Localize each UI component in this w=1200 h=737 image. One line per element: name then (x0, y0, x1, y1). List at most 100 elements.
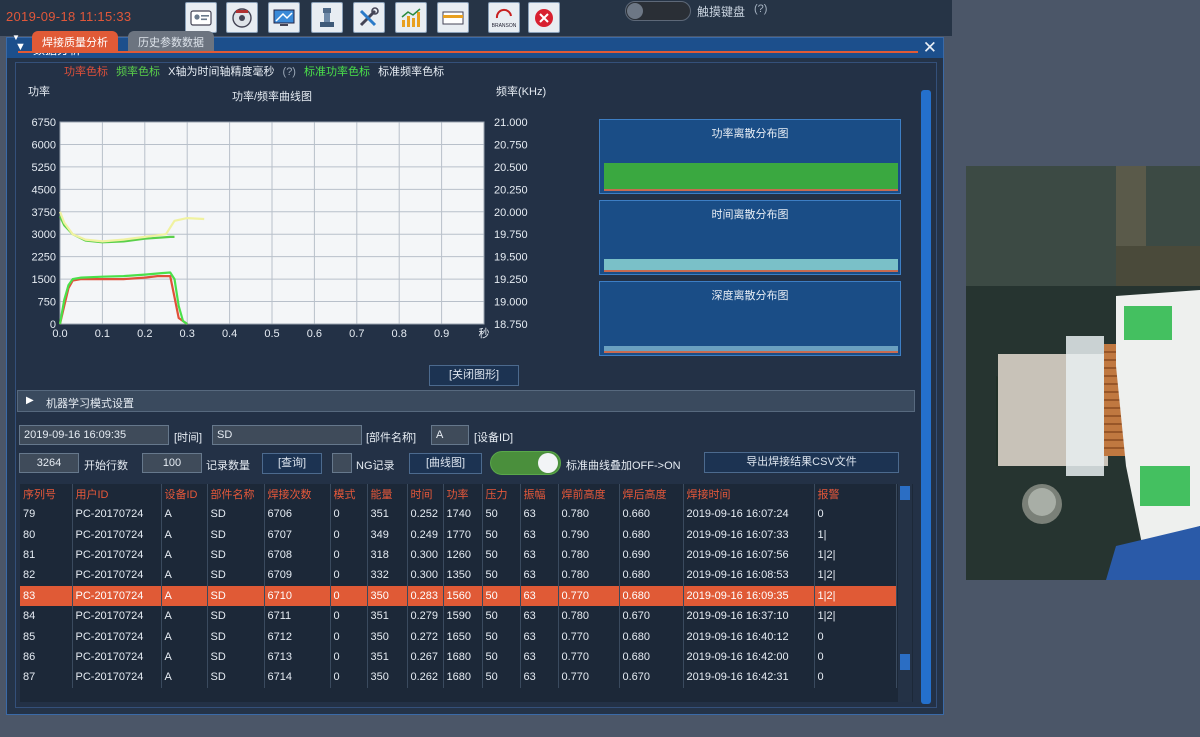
curve-chart-button[interactable]: [曲线图] (409, 453, 482, 474)
table-scrollbar[interactable] (898, 484, 912, 702)
help-icon[interactable]: (?) (754, 3, 767, 15)
table-cell: 6708 (264, 544, 331, 566)
table-cell: 318 (367, 544, 408, 566)
table-cell: SD (207, 565, 265, 586)
record-count-input[interactable] (142, 453, 202, 473)
table-cell: SD (207, 524, 265, 545)
column-header[interactable]: 部件名称 (207, 484, 265, 504)
touch-keyboard-toggle[interactable] (625, 1, 691, 21)
column-header[interactable]: 压力 (482, 484, 521, 504)
expand-triangle-icon[interactable]: ▶ (26, 395, 34, 406)
table-cell: 63 (520, 646, 559, 668)
table-cell: 81 (20, 544, 73, 566)
column-header[interactable]: 振幅 (520, 484, 559, 504)
standard-curve-overlay-toggle[interactable] (490, 451, 561, 475)
column-header[interactable]: 焊前高度 (558, 484, 620, 504)
table-cell: 0.267 (407, 646, 444, 668)
table-row[interactable]: 79 PC-20170724 A SD 6706 0 351 0.252 1740 50 63 0.7… (20, 504, 897, 525)
y-tick-label: 2250 (32, 252, 56, 264)
table-cell: 0.300 (407, 565, 444, 586)
table-cell: 0.780 (558, 544, 620, 566)
distribution-baseline (604, 351, 898, 353)
column-header[interactable]: 焊接时间 (683, 484, 815, 504)
table-cell: A (161, 626, 208, 647)
column-header[interactable]: 用户ID (72, 484, 162, 504)
part-name-input[interactable] (212, 425, 362, 445)
column-header[interactable]: 焊接次数 (264, 484, 331, 504)
table-cell: 50 (482, 585, 521, 606)
x-tick-label: 0.7 (349, 328, 364, 340)
table-cell: 87 (20, 667, 73, 688)
table-cell: A (161, 565, 208, 586)
table-cell: 0.660 (619, 504, 684, 525)
table-cell: 1650 (443, 626, 483, 647)
query-button[interactable]: [查询] (262, 453, 322, 474)
part-name-label: [部件名称] (366, 432, 417, 444)
table-cell: 6709 (264, 565, 331, 586)
table-cell: 63 (520, 626, 559, 647)
column-header[interactable]: 序列号 (20, 484, 73, 504)
y2-tick-label: 20.750 (494, 139, 528, 151)
column-header[interactable]: 焊后高度 (619, 484, 684, 504)
table-cell: 2019-09-16 16:08:53 (683, 565, 815, 586)
column-header[interactable]: 模式 (330, 484, 368, 504)
table-cell: 79 (20, 504, 73, 525)
close-icon[interactable]: ✕ (923, 39, 937, 57)
table-cell: 0.770 (558, 585, 620, 606)
time-distribution-chart: 时间离散分布图 (599, 200, 901, 275)
table-cell: SD (207, 667, 265, 688)
table-cell: 2019-09-16 16:37:10 (683, 605, 815, 627)
close-graph-button[interactable]: [关闭图形] (429, 365, 519, 386)
table-row[interactable]: 80 PC-20170724 A SD 6707 0 349 0.249 1770 50 63 0.7… (20, 524, 897, 545)
scroll-up-arrow-icon[interactable] (900, 486, 910, 500)
table-row[interactable]: 83 PC-20170724 A SD 6710 0 350 0.283 1560 50 63 0.7… (20, 585, 897, 606)
table-cell: 1|2| (814, 605, 897, 627)
table-cell: PC-20170724 (72, 626, 162, 647)
table-cell: 63 (520, 524, 559, 545)
column-header[interactable]: 报警 (814, 484, 897, 504)
table-row[interactable]: 85 PC-20170724 A SD 6712 0 350 0.272 1650 50 63 0.7… (20, 626, 897, 647)
column-header[interactable]: 功率 (443, 484, 483, 504)
panel-scrollbar[interactable] (920, 90, 932, 704)
table-cell: 6707 (264, 524, 331, 545)
time-distribution-plot (604, 259, 898, 272)
ml-settings-section[interactable]: ▶ 机器学习模式设置 (17, 390, 915, 412)
device-id-label: [设备ID] (474, 432, 514, 444)
table-row[interactable]: 87 PC-20170724 A SD 6714 0 350 0.262 1680 50 63 0.7… (20, 667, 897, 688)
table-cell: 1770 (443, 524, 483, 545)
table-cell: PC-20170724 (72, 565, 162, 586)
device-id-input[interactable] (431, 425, 469, 445)
distribution-fill (604, 259, 898, 271)
export-csv-button[interactable]: 导出焊接结果CSV文件 (704, 452, 899, 473)
table-cell: 0.670 (619, 667, 684, 688)
ng-record-checkbox[interactable] (332, 453, 352, 473)
table-row[interactable]: 84 PC-20170724 A SD 6711 0 351 0.279 1590 50 63 0.7… (20, 605, 897, 627)
table-cell: 6713 (264, 646, 331, 668)
column-header[interactable]: 设备ID (161, 484, 208, 504)
table-cell: 0.680 (619, 585, 684, 606)
table-cell: 6712 (264, 626, 331, 647)
x-tick-label: 0.6 (307, 328, 322, 340)
chart-title: 功率/频率曲线图 (231, 91, 313, 103)
table-row[interactable]: 86 PC-20170724 A SD 6713 0 351 0.267 1680 50 63 0.7… (20, 646, 897, 668)
x-tick-label: 0.3 (180, 328, 195, 340)
table-row[interactable]: 81 PC-20170724 A SD 6708 0 318 0.300 1260 50 63 0.7… (20, 544, 897, 566)
start-row-label: 开始行数 (84, 460, 128, 472)
power-distribution-plot (604, 163, 898, 191)
scroll-thumb[interactable] (921, 90, 931, 704)
start-row-input[interactable] (19, 453, 79, 473)
table-cell: 0 (330, 626, 368, 647)
time-input[interactable] (19, 425, 169, 445)
table-cell: 0 (330, 585, 368, 606)
table-cell: 1680 (443, 667, 483, 688)
table-cell: PC-20170724 (72, 585, 162, 606)
column-header[interactable]: 时间 (407, 484, 444, 504)
table-cell: 0.283 (407, 585, 444, 606)
column-header[interactable]: 能量 (367, 484, 408, 504)
table-row[interactable]: 82 PC-20170724 A SD 6709 0 332 0.300 1350 50 63 0.7… (20, 565, 897, 586)
y2-tick-label: 20.000 (494, 207, 528, 219)
y2-tick-label: 19.500 (494, 252, 528, 264)
table-cell: 84 (20, 605, 73, 627)
scroll-thumb[interactable] (900, 654, 910, 670)
table-cell: 0.780 (558, 605, 620, 627)
